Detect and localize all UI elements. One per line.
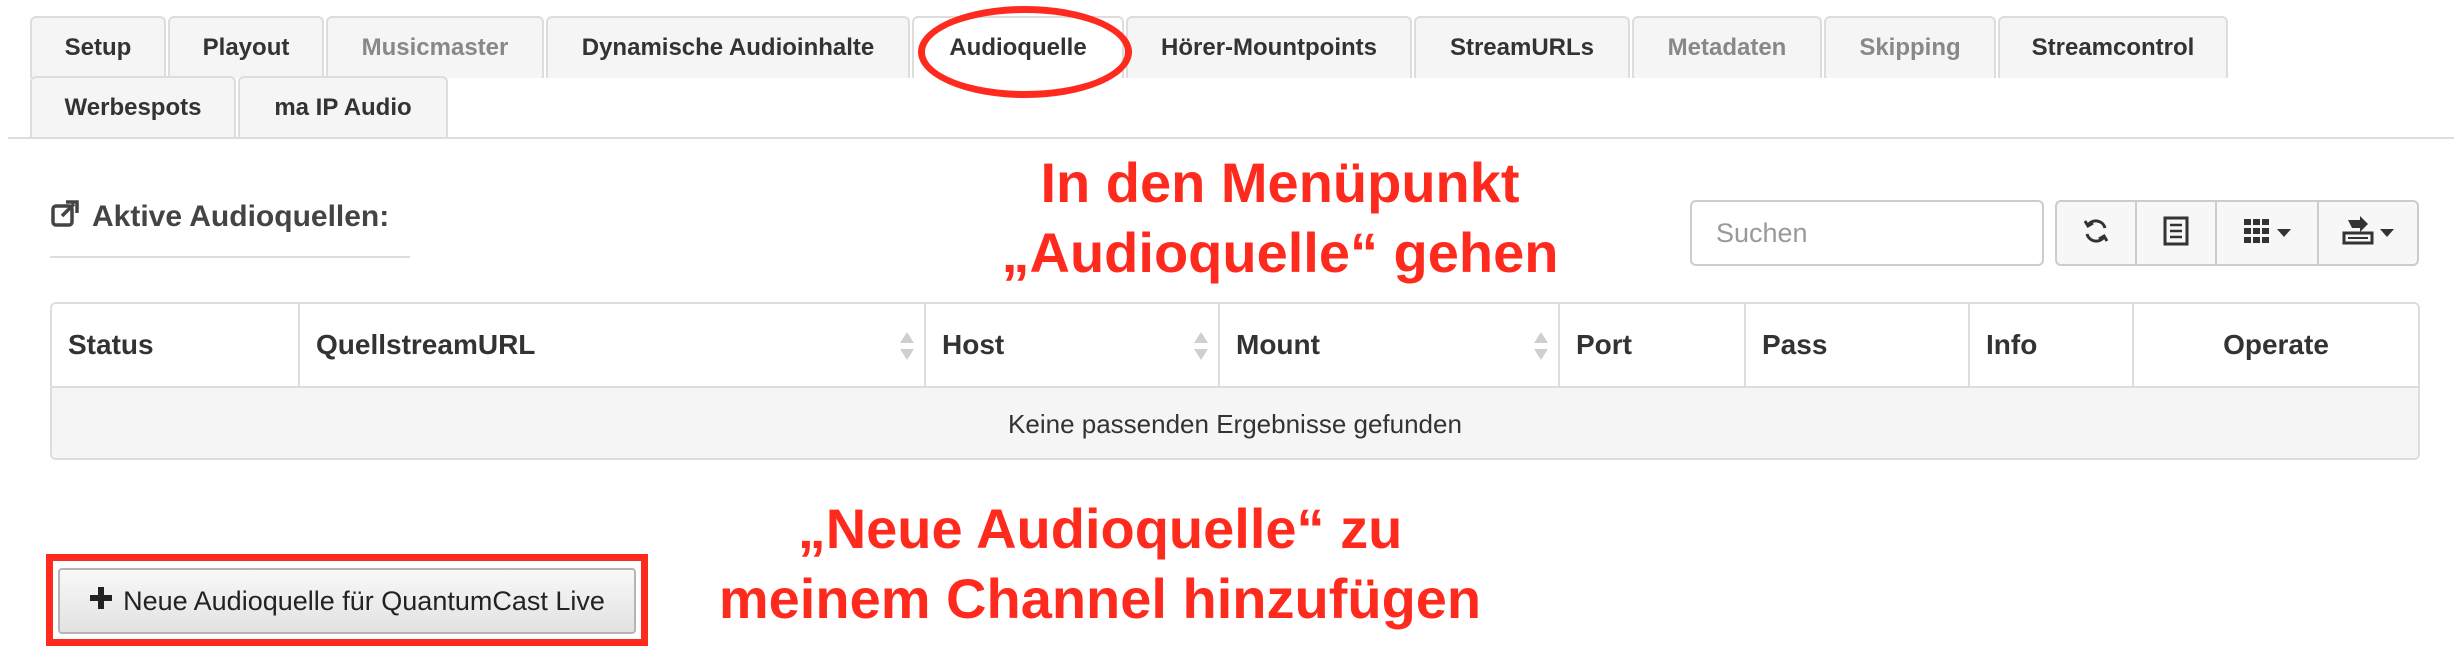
- column-quellstreamurl[interactable]: QuellstreamURL: [300, 304, 926, 386]
- column-port[interactable]: Port: [1560, 304, 1746, 386]
- sort-icon: [1194, 332, 1208, 360]
- tab-skipping[interactable]: Skipping: [1824, 16, 1996, 78]
- share-icon: [50, 198, 80, 236]
- sort-icon: [900, 332, 914, 360]
- refresh-icon: [2081, 216, 2111, 251]
- tab-musicmaster[interactable]: Musicmaster: [326, 16, 544, 78]
- table-header: Status QuellstreamURL Host Mount Port Pa…: [52, 304, 2418, 388]
- annotation-menu-hint: In den Menüpunkt „Audioquelle“ gehen: [1001, 151, 1559, 284]
- columns-dropdown-button[interactable]: [2217, 202, 2319, 264]
- column-pass[interactable]: Pass: [1746, 304, 1970, 386]
- columns-grid-icon: [2243, 217, 2271, 250]
- table-toolbar: [2055, 200, 2419, 266]
- column-status[interactable]: Status: [52, 304, 300, 386]
- tab-divider: [8, 137, 2454, 139]
- empty-table-message: Keine passenden Ergebnisse gefunden: [52, 388, 2418, 458]
- audio-sources-table: Status QuellstreamURL Host Mount Port Pa…: [50, 302, 2420, 460]
- tab-hoerer-mountpoints[interactable]: Hörer-Mountpoints: [1126, 16, 1412, 78]
- refresh-button[interactable]: [2057, 202, 2137, 264]
- sort-icon: [1534, 332, 1548, 360]
- list-view-icon: [2162, 216, 2190, 251]
- export-dropdown-button[interactable]: [2319, 202, 2417, 264]
- tab-setup[interactable]: Setup: [30, 16, 166, 78]
- search-input[interactable]: [1690, 200, 2044, 266]
- column-host[interactable]: Host: [926, 304, 1220, 386]
- column-operate: Operate: [2223, 329, 2329, 360]
- annotation-add-hint: „Neue Audioquelle“ zu meinem Channel hin…: [718, 497, 1482, 630]
- section-header: Aktive Audioquellen:: [50, 198, 389, 236]
- tab-streamurls[interactable]: StreamURLs: [1414, 16, 1630, 78]
- tab-metadaten[interactable]: Metadaten: [1632, 16, 1822, 78]
- column-mount[interactable]: Mount: [1220, 304, 1560, 386]
- tab-dynamische-audioinhalte[interactable]: Dynamische Audioinhalte: [546, 16, 910, 78]
- annotation-highlight-rect: [46, 554, 648, 646]
- tab-streamcontrol[interactable]: Streamcontrol: [1998, 16, 2228, 78]
- tab-werbespots[interactable]: Werbespots: [30, 76, 236, 138]
- toggle-view-button[interactable]: [2137, 202, 2217, 264]
- section-divider: [50, 256, 410, 258]
- chevron-down-icon: [2277, 229, 2291, 237]
- column-info[interactable]: Info: [1970, 304, 2134, 386]
- export-icon: [2342, 215, 2374, 251]
- chevron-down-icon: [2380, 229, 2394, 237]
- annotation-highlight-ellipse: [918, 6, 1132, 98]
- tab-playout[interactable]: Playout: [168, 16, 324, 78]
- tab-ma-ip-audio[interactable]: ma IP Audio: [238, 76, 448, 138]
- tab-bar: Setup Playout Musicmaster Dynamische Aud…: [0, 0, 2462, 139]
- section-title: Aktive Audioquellen:: [92, 200, 390, 233]
